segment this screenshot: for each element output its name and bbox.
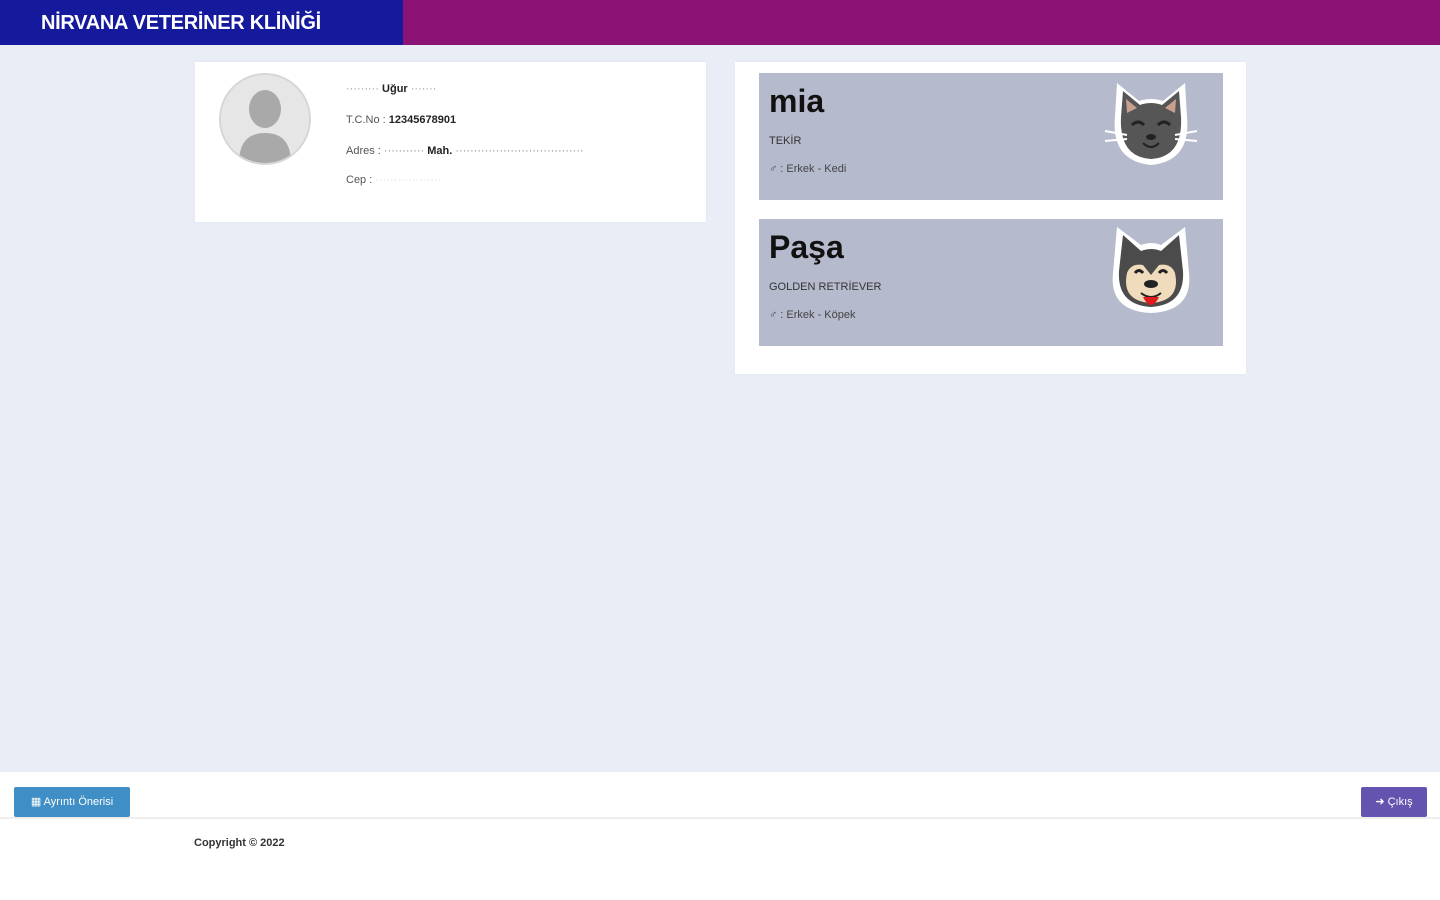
tc-label: T.C.No : bbox=[346, 114, 389, 126]
pet-name: mia bbox=[769, 83, 825, 119]
dog-icon bbox=[1112, 227, 1190, 313]
owner-address-line: Adres : ··········· Mah. ···············… bbox=[346, 145, 584, 157]
pet-gender-species: ♂ : Erkek - Kedi bbox=[769, 163, 847, 175]
owner-tc-line: T.C.No : 12345678901 bbox=[346, 114, 456, 126]
owner-phone-line: Cep : ·················· bbox=[346, 174, 442, 186]
pet-gender-species: ♂ : Erkek - Köpek bbox=[769, 309, 856, 321]
calendar-icon: ▦ bbox=[30, 796, 44, 808]
owner-name: Uğur bbox=[382, 83, 408, 95]
cat-icon bbox=[1104, 83, 1198, 165]
appointment-button-label: Ayrıntı Önerisi bbox=[43, 796, 114, 808]
pet-card-mia[interactable]: mia TEKİR ♂ : Erkek - Kedi bbox=[759, 73, 1223, 200]
pet-breed: TEKİR bbox=[769, 135, 802, 147]
brand-title[interactable]: NİRVANA VETERİNER KLİNİĞİ bbox=[0, 0, 403, 45]
appointment-button[interactable]: ▦ Ayrıntı Önerisi bbox=[14, 787, 130, 817]
logout-icon: ➜ bbox=[1375, 796, 1388, 808]
address-label: Adres : bbox=[346, 145, 384, 157]
pet-breed: GOLDEN RETRİEVER bbox=[769, 281, 882, 293]
logout-button[interactable]: ➜ Çıkış bbox=[1361, 787, 1427, 817]
copyright-text: Copyright © 2022 bbox=[194, 837, 285, 849]
pet-card-pasa[interactable]: Paşa GOLDEN RETRİEVER ♂ : Erkek - Köpek bbox=[759, 219, 1223, 346]
phone-label: Cep : bbox=[346, 174, 376, 186]
pet-name: Paşa bbox=[769, 229, 844, 265]
owner-name-line: ········· Uğur ······· bbox=[346, 83, 437, 95]
address-value: Mah. bbox=[427, 145, 453, 157]
tc-value: 12345678901 bbox=[388, 114, 457, 126]
footer bbox=[0, 819, 1440, 900]
avatar bbox=[219, 73, 311, 165]
footer-bar bbox=[0, 772, 1440, 819]
user-silhouette-icon bbox=[221, 75, 309, 163]
logout-button-label: Çıkış bbox=[1387, 796, 1413, 808]
